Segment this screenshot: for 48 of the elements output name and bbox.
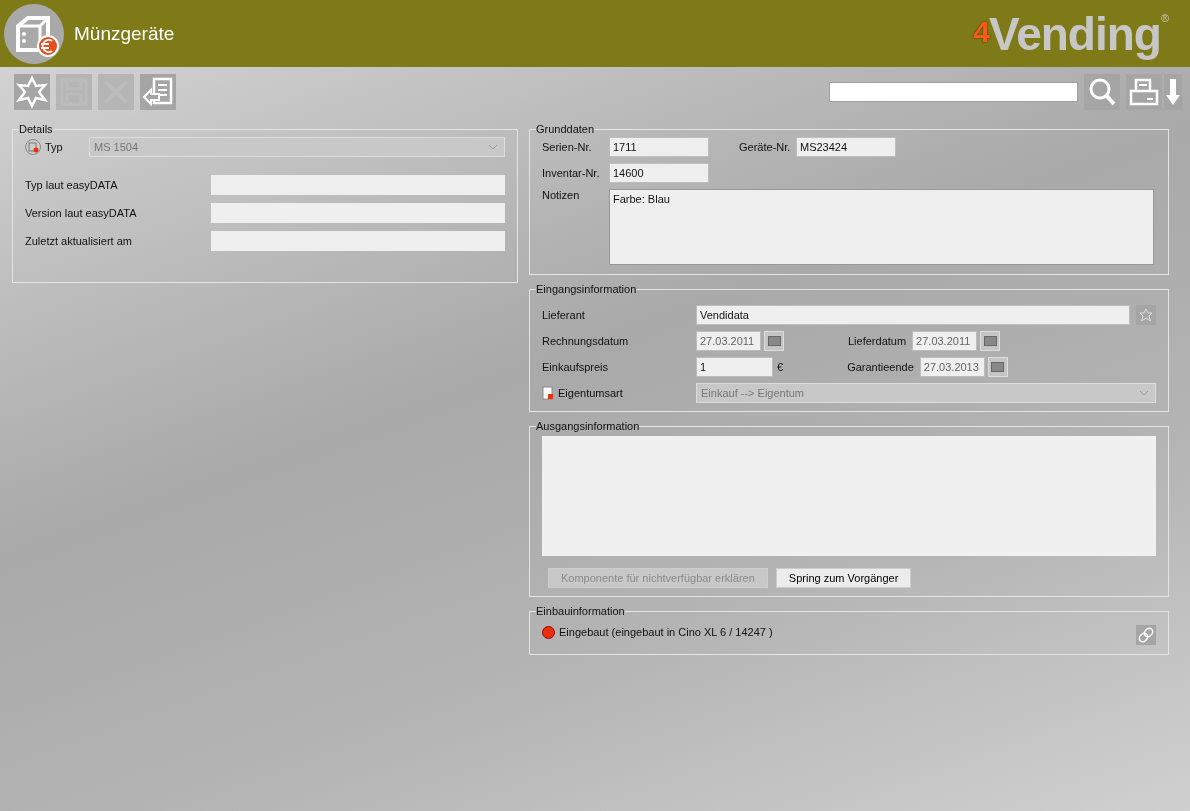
new-button[interactable] [1136, 305, 1156, 325]
calendar-button[interactable] [764, 331, 784, 351]
dropdown-arrow-button[interactable] [1164, 74, 1182, 110]
notes-textarea[interactable]: Farbe: Blau [609, 189, 1154, 265]
device-icon [25, 139, 41, 155]
field-label: Lieferdatum [848, 335, 907, 347]
field-label: Lieferant [542, 309, 586, 321]
vending-box-icon [4, 3, 64, 64]
text-field[interactable] [211, 175, 505, 195]
group-title: Grunddaten [536, 123, 595, 135]
calendar-button[interactable] [987, 357, 1008, 377]
print-button[interactable] [1126, 74, 1162, 110]
group-title: Ausgangsinformation [536, 420, 640, 432]
field-label: Serien-Nr. [542, 141, 593, 153]
field-label: Zuletzt aktualisiert am [25, 235, 133, 247]
group-title: Einbauinformation [536, 605, 625, 617]
field-label: Inventar-Nr. [542, 167, 601, 179]
text-field[interactable]: 14600 [609, 163, 709, 183]
text-field[interactable]: 1711 [609, 137, 709, 157]
field-label: Rechnungsdatum [542, 335, 630, 347]
field-label: Garantieende [847, 361, 914, 373]
link-button[interactable] [1136, 625, 1156, 645]
status-text: Eingebaut (eingebaut in Cino XL 6 / 14247 ) [559, 626, 773, 638]
field-label: Eigentumsart [558, 387, 623, 399]
new-star-button[interactable] [14, 74, 50, 110]
field-label: Einkaufspreis [542, 361, 610, 373]
action-button[interactable]: Spring zum Vorgänger [775, 568, 912, 588]
group-title: Eingangsinformation [536, 283, 637, 295]
group-title: Details [19, 123, 53, 135]
window-title: Münzgeräte [74, 22, 176, 45]
text-field[interactable] [211, 231, 505, 251]
field-label: Typ [45, 141, 64, 153]
field-label: Typ laut easyDATA [25, 179, 119, 191]
currency-label: € [777, 361, 784, 373]
search-button[interactable] [1084, 74, 1120, 110]
arrow-document-button[interactable] [140, 74, 176, 110]
field-label: Notizen [542, 189, 581, 201]
chevron-icon [488, 144, 498, 150]
text-field[interactable]: Vendidata [696, 305, 1130, 325]
calendar-button[interactable] [980, 331, 1001, 351]
field-label: Version laut easyDATA [25, 207, 138, 219]
text-field[interactable]: 1 [696, 357, 773, 377]
chevron-icon [1139, 390, 1149, 396]
text-field[interactable] [211, 203, 505, 223]
search-field[interactable] [829, 82, 1078, 102]
text-field[interactable]: MS23424 [796, 137, 896, 157]
field-label: Geräte-Nr. [739, 141, 792, 153]
document-icon [542, 386, 554, 400]
